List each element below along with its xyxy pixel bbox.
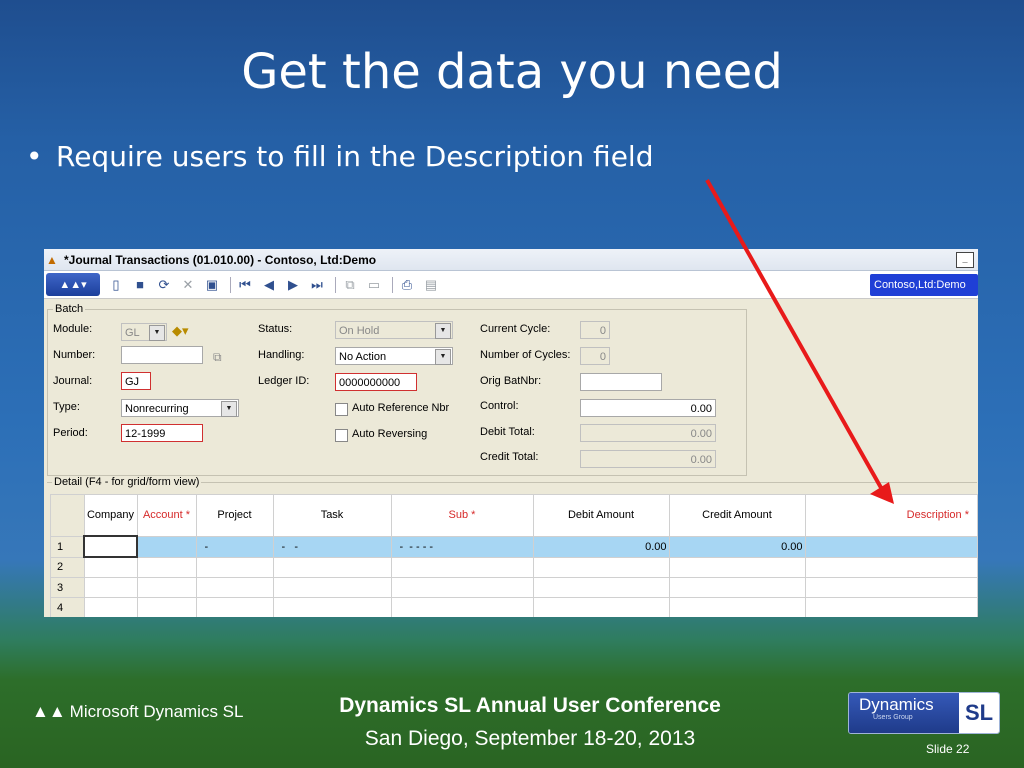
badge-sl: SL	[959, 693, 999, 733]
slide-number: Slide 22	[926, 742, 970, 756]
badge-dynamics: Dynamics Users Group	[849, 693, 959, 733]
red-arrow-annotation	[705, 179, 894, 504]
badge-small-text: Users Group	[873, 714, 913, 721]
users-group-badge: Dynamics Users Group SL	[848, 692, 1000, 734]
arrow-head	[870, 482, 894, 504]
badge-main-text: Dynamics	[859, 695, 934, 714]
arrow-shaft	[705, 179, 886, 494]
